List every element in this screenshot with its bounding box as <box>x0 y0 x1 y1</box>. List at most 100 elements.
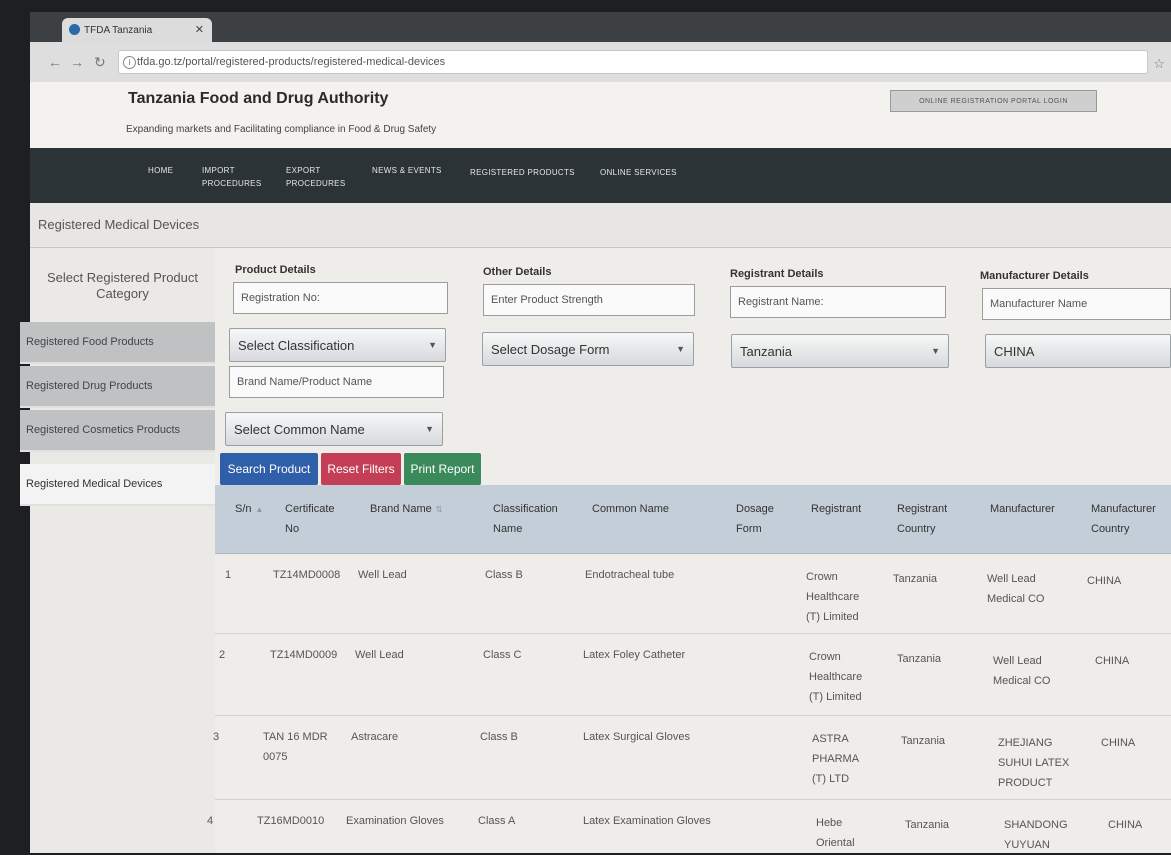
cell-classification: Class A <box>478 815 516 827</box>
registrant-country-select[interactable]: Tanzania ▼ <box>731 334 949 368</box>
nav-label-line2: PROCEDURES <box>202 179 262 188</box>
chevron-down-icon: ▼ <box>425 424 434 434</box>
table-header: S/n ▲ Certificate No Brand Name ⇅ Classific… <box>215 485 1171 554</box>
registrant-name-input[interactable]: Registrant Name: <box>730 286 946 318</box>
reload-icon[interactable]: ↻ <box>94 54 106 71</box>
column-header-registrant[interactable]: Registrant <box>811 499 861 519</box>
column-header-manufacturer-country[interactable]: Manufacturer Country <box>1091 499 1156 539</box>
table-row[interactable]: 1 TZ14MD0008 Well Lead Class B Endotrach… <box>215 553 1171 634</box>
column-header-sn[interactable]: S/n ▲ <box>235 499 263 520</box>
column-header-manufacturer[interactable]: Manufacturer <box>990 499 1055 519</box>
cell-manufacturer-country: CHINA <box>1095 655 1130 667</box>
cell-brand: Astracare <box>351 731 399 743</box>
cell-common-name: Latex Foley Catheter <box>583 649 686 661</box>
reset-filters-button[interactable]: Reset Filters <box>321 453 401 485</box>
sidebar-title: Select Registered Product Category <box>46 270 199 301</box>
column-header-dosage[interactable]: Dosage Form <box>736 499 774 539</box>
column-header-registrant-country[interactable]: Registrant Country <box>897 499 947 539</box>
dosage-form-select[interactable]: Select Dosage Form ▼ <box>482 332 694 366</box>
column-header-common-name[interactable]: Common Name <box>592 499 669 519</box>
site-title[interactable]: Tanzania Food and Drug Authority <box>128 90 388 108</box>
online-registration-button[interactable]: ONLINE REGISTRATION PORTAL LOGIN <box>890 90 1097 112</box>
header-label-line2: No <box>285 523 300 535</box>
sort-asc-icon: ▲ <box>255 505 264 514</box>
tab-bar: TFDA Tanzania ✕ <box>30 12 1171 42</box>
cell-manufacturer-country: CHINA <box>1101 737 1136 749</box>
registrant-country-value: Tanzania <box>740 343 793 359</box>
manufacturer-name-input[interactable]: Manufacturer Name <box>982 288 1171 320</box>
cell-brand: Examination Gloves <box>346 815 444 827</box>
common-name-select[interactable]: Select Common Name ▼ <box>225 412 443 446</box>
column-header-certificate[interactable]: Certificate No <box>285 499 335 539</box>
products-table: S/n ▲ Certificate No Brand Name ⇅ Classific… <box>207 485 1171 853</box>
manufacturer-line: SHANDONG <box>1004 819 1068 831</box>
nav-item-online-services[interactable]: ONLINE SERVICES <box>600 166 677 179</box>
registration-no-input[interactable]: Registration No: <box>233 282 448 314</box>
nav-item-news-events[interactable]: NEWS & EVENTS <box>372 164 442 177</box>
column-header-brand[interactable]: Brand Name ⇅ <box>370 499 442 520</box>
sidebar-item-medical-devices[interactable]: Registered Medical Devices <box>20 464 215 506</box>
table-row[interactable]: 4 TZ16MD0010 Examination Gloves Class A … <box>207 799 1171 853</box>
manufacturer-line: Well Lead <box>993 655 1042 667</box>
header-label: Registrant <box>897 503 948 515</box>
breadcrumb-current: Registered Medical Devices <box>38 217 200 232</box>
manufacturer-line: ZHEJIANG <box>998 737 1053 749</box>
back-icon[interactable]: ← <box>48 54 62 70</box>
nav-item-registered-products[interactable]: REGISTERED PRODUCTS <box>470 166 575 179</box>
header-label: S/n <box>235 503 252 515</box>
cell-registrant-country: Tanzania <box>905 819 950 831</box>
registrant-line: Hebe <box>816 817 843 829</box>
column-header-classification[interactable]: Classification Name <box>493 499 558 539</box>
product-strength-input[interactable]: Enter Product Strength <box>483 284 695 316</box>
bookmark-star-icon[interactable]: ☆ <box>1153 56 1165 72</box>
main-content: Product Details Other Details Registrant… <box>207 248 1171 853</box>
registrant-line: ASTRA <box>812 733 849 745</box>
table-row[interactable]: 3 TAN 16 MDR 0075 Astracare Class B Latex… <box>213 715 1171 800</box>
nav-item-home[interactable]: HOME <box>148 164 173 177</box>
header-label: Manufacturer <box>990 503 1055 515</box>
forward-icon[interactable]: → <box>70 54 84 70</box>
search-product-button[interactable]: Search Product <box>220 453 318 485</box>
category-sidebar: Select Registered Product Category Regis… <box>20 248 215 853</box>
table-row[interactable]: 2 TZ14MD0009 Well Lead Class C Latex Fol… <box>215 633 1171 716</box>
chevron-down-icon: ▼ <box>428 340 437 350</box>
other-details-label: Other Details <box>483 266 552 278</box>
classification-select-value: Select Classification <box>238 337 355 353</box>
main-navigation: HOME IMPORT PROCEDURES EXPORT PROCEDURES… <box>30 148 1171 203</box>
nav-label: ONLINE SERVICES <box>600 168 677 177</box>
info-icon[interactable]: i <box>123 56 136 69</box>
cell-registrant-country: Tanzania <box>901 735 946 747</box>
header-label-line2: Country <box>897 523 936 535</box>
cell-manufacturer: Well Lead Medical CO <box>993 651 1050 691</box>
sidebar-item-food[interactable]: Registered Food Products <box>20 322 215 364</box>
brand-name-input[interactable]: Brand Name/Product Name <box>229 366 444 398</box>
header-label: Manufacturer <box>1091 503 1156 515</box>
header-label: Registrant <box>811 503 862 515</box>
certificate-line: TAN 16 MDR <box>263 731 328 743</box>
nav-label: NEWS & EVENTS <box>372 166 442 175</box>
registrant-line: Oriental <box>816 837 855 849</box>
print-report-button[interactable]: Print Report <box>404 453 481 485</box>
nav-label: IMPORT <box>202 166 235 175</box>
cell-sn: 3 <box>213 731 220 743</box>
nav-item-import-procedures[interactable]: IMPORT PROCEDURES <box>202 164 261 190</box>
cell-registrant-country: Tanzania <box>893 573 938 585</box>
sidebar-item-drug[interactable]: Registered Drug Products <box>20 366 215 408</box>
close-tab-icon[interactable]: ✕ <box>195 23 204 36</box>
header-label: Classification <box>493 503 558 515</box>
cell-registrant: Crown Healthcare (T) Limited <box>809 647 862 707</box>
product-details-label: Product Details <box>235 264 316 276</box>
nav-label: REGISTERED PRODUCTS <box>470 168 575 177</box>
manufacturer-country-value: CHINA <box>994 343 1035 359</box>
url-input[interactable]: i tfda.go.tz/portal/registered-products/… <box>118 50 1148 74</box>
cell-brand: Well Lead <box>358 569 407 581</box>
classification-select[interactable]: Select Classification ▼ <box>229 328 446 362</box>
sidebar-item-cosmetics[interactable]: Registered Cosmetics Products <box>20 410 215 452</box>
site-header: Tanzania Food and Drug Authority Expandi… <box>30 82 1171 148</box>
browser-tab[interactable]: TFDA Tanzania ✕ <box>62 18 212 42</box>
nav-item-export-procedures[interactable]: EXPORT PROCEDURES <box>286 164 345 190</box>
manufacturer-country-select[interactable]: CHINA <box>985 334 1171 368</box>
chevron-down-icon: ▼ <box>676 344 685 354</box>
cell-registrant: Crown Healthcare (T) Limited <box>806 567 859 627</box>
manufacturer-line: YUYUAN <box>1004 839 1050 851</box>
